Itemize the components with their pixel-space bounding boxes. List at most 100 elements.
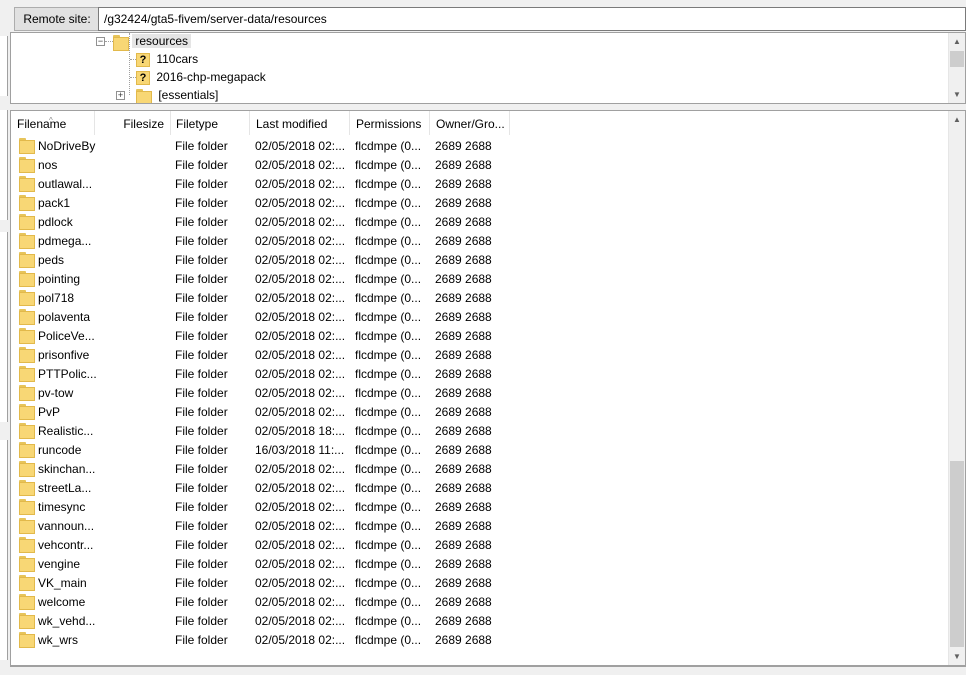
table-row[interactable]: timesync File folder 02/05/2018 02:... flcd… <box>11 498 949 517</box>
table-row[interactable]: NoDriveBy File folder 02/05/2018 02:... flc… <box>11 137 949 156</box>
tree-item-2016-chp-megapack[interactable]: ? 2016-chp-megapack <box>136 68 269 86</box>
file-type: File folder <box>175 424 228 438</box>
table-row[interactable]: streetLa... File folder 02/05/2018 02:... f… <box>11 479 949 498</box>
scroll-down-icon[interactable]: ▼ <box>949 648 965 665</box>
file-name: runcode <box>38 443 82 457</box>
file-name-cell: Realistic... <box>19 422 99 441</box>
table-row[interactable]: wk_wrs File folder 02/05/2018 02:... flcdmp… <box>11 631 949 650</box>
table-row[interactable]: PoliceVe... File folder 02/05/2018 02:... f… <box>11 327 949 346</box>
column-owner-group[interactable]: Owner/Gro... <box>430 111 510 135</box>
file-modified: 02/05/2018 02:... <box>255 557 346 571</box>
column-filename[interactable]: ^ Filename <box>11 111 95 135</box>
folder-icon <box>19 366 35 382</box>
file-owner: 2689 2688 <box>435 557 492 571</box>
folder-icon <box>19 271 35 287</box>
table-row[interactable]: pdlock File folder 02/05/2018 02:... flcdmp… <box>11 213 949 232</box>
file-name-cell: prisonfive <box>19 346 99 365</box>
scroll-down-icon[interactable]: ▼ <box>949 86 965 103</box>
table-row[interactable]: pv-tow File folder 02/05/2018 02:... flcdmp… <box>11 384 949 403</box>
file-name-cell: runcode <box>19 441 99 460</box>
file-type: File folder <box>175 595 228 609</box>
file-owner: 2689 2688 <box>435 595 492 609</box>
tree-scroll-thumb[interactable] <box>950 51 964 67</box>
table-row[interactable]: outlawal... File folder 02/05/2018 02:... f… <box>11 175 949 194</box>
file-permissions: flcdmpe (0... <box>355 386 422 400</box>
table-row[interactable]: vannoun... File folder 02/05/2018 02:... fl… <box>11 517 949 536</box>
folder-icon <box>19 575 35 591</box>
tree-scrollbar[interactable]: ▲ ▼ <box>948 33 965 103</box>
table-row[interactable]: prisonfive File folder 02/05/2018 02:... fl… <box>11 346 949 365</box>
column-filetype[interactable]: Filetype <box>170 111 250 135</box>
collapse-icon[interactable]: − <box>96 37 105 46</box>
file-permissions: flcdmpe (0... <box>355 329 422 343</box>
table-row[interactable]: polaventa File folder 02/05/2018 02:... flc… <box>11 308 949 327</box>
file-name: PoliceVe... <box>38 329 95 343</box>
file-modified: 02/05/2018 02:... <box>255 386 346 400</box>
table-row[interactable]: skinchan... File folder 02/05/2018 02:... f… <box>11 460 949 479</box>
table-row[interactable]: PTTPolic... File folder 02/05/2018 02:... f… <box>11 365 949 384</box>
file-name-cell: vengine <box>19 555 99 574</box>
file-name-cell: timesync <box>19 498 99 517</box>
table-row[interactable]: PvP File folder 02/05/2018 02:... flcdmpe (… <box>11 403 949 422</box>
table-row[interactable]: welcome File folder 02/05/2018 02:... flcdm… <box>11 593 949 612</box>
table-row[interactable]: VK_main File folder 02/05/2018 02:... flcdm… <box>11 574 949 593</box>
file-permissions: flcdmpe (0... <box>355 614 422 628</box>
file-owner: 2689 2688 <box>435 196 492 210</box>
file-owner: 2689 2688 <box>435 576 492 590</box>
file-name: skinchan... <box>38 462 96 476</box>
table-row[interactable]: runcode File folder 16/03/2018 11:... flcdm… <box>11 441 949 460</box>
folder-icon <box>113 34 129 51</box>
table-row[interactable]: nos File folder 02/05/2018 02:... flcdmpe (… <box>11 156 949 175</box>
table-row[interactable]: pol718 File folder 02/05/2018 02:... flcdmp… <box>11 289 949 308</box>
expand-icon[interactable]: + <box>116 91 125 100</box>
unknown-folder-icon: ? <box>136 70 150 85</box>
file-owner: 2689 2688 <box>435 158 492 172</box>
scroll-up-icon[interactable]: ▲ <box>949 111 965 128</box>
column-filesize[interactable]: Filesize <box>95 111 171 135</box>
file-type: File folder <box>175 538 228 552</box>
file-owner: 2689 2688 <box>435 291 492 305</box>
file-owner: 2689 2688 <box>435 481 492 495</box>
column-last-modified[interactable]: Last modified <box>250 111 350 135</box>
file-type: File folder <box>175 614 228 628</box>
file-type: File folder <box>175 310 228 324</box>
file-list-scroll-thumb[interactable] <box>950 461 964 647</box>
remote-directory-tree[interactable]: − resources ? 110cars ? 2016-chp-megapac… <box>10 32 966 104</box>
file-name-cell: VK_main <box>19 574 99 593</box>
file-type: File folder <box>175 386 228 400</box>
remote-path-input[interactable]: /g32424/gta5-fivem/server-data/resources <box>98 7 966 31</box>
table-row[interactable]: Realistic... File folder 02/05/2018 18:...… <box>11 422 949 441</box>
file-name-cell: streetLa... <box>19 479 99 498</box>
tree-item-resources[interactable]: resources <box>113 33 192 51</box>
remote-file-list[interactable]: ^ Filename Filesize Filetype Last modifi… <box>10 110 966 666</box>
column-permissions[interactable]: Permissions <box>350 111 430 135</box>
file-name-cell: wk_wrs <box>19 631 99 650</box>
file-permissions: flcdmpe (0... <box>355 234 422 248</box>
file-name: pdlock <box>38 215 73 229</box>
file-type: File folder <box>175 481 228 495</box>
file-list-scrollbar[interactable]: ▲ ▼ <box>948 111 965 665</box>
file-modified: 02/05/2018 02:... <box>255 310 346 324</box>
file-name-cell: wk_vehd... <box>19 612 99 631</box>
file-modified: 02/05/2018 02:... <box>255 291 346 305</box>
scroll-up-icon[interactable]: ▲ <box>949 33 965 50</box>
file-name: wk_vehd... <box>38 614 96 628</box>
table-row[interactable]: peds File folder 02/05/2018 02:... flcdmpe … <box>11 251 949 270</box>
table-row[interactable]: wk_vehd... File folder 02/05/2018 02:... fl… <box>11 612 949 631</box>
table-row[interactable]: vehcontr... File folder 02/05/2018 02:... f… <box>11 536 949 555</box>
table-row[interactable]: pdmega... File folder 02/05/2018 02:... flc… <box>11 232 949 251</box>
file-name-cell: pol718 <box>19 289 99 308</box>
table-row[interactable]: vengine File folder 02/05/2018 02:... flcdm… <box>11 555 949 574</box>
file-modified: 02/05/2018 02:... <box>255 633 346 647</box>
folder-icon <box>19 252 35 268</box>
file-name: NoDriveBy <box>38 139 96 153</box>
folder-icon <box>19 328 35 344</box>
file-modified: 02/05/2018 02:... <box>255 177 346 191</box>
table-row[interactable]: pointing File folder 02/05/2018 02:... flcd… <box>11 270 949 289</box>
table-row[interactable]: pack1 File folder 02/05/2018 02:... flcdmpe… <box>11 194 949 213</box>
tree-item-110cars[interactable]: ? 110cars <box>136 50 201 68</box>
file-owner: 2689 2688 <box>435 614 492 628</box>
file-permissions: flcdmpe (0... <box>355 500 422 514</box>
tree-item-essentials[interactable]: [essentials] <box>136 86 221 103</box>
folder-icon <box>19 480 35 496</box>
